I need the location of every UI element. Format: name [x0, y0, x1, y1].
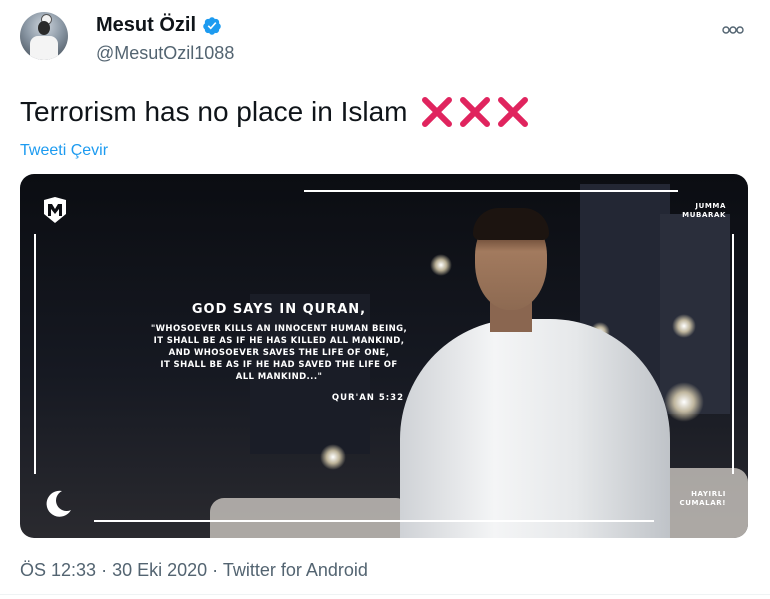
tweet-metadata: ÖS 12:33 · 30 Eki 2020 · Twitter for And… [20, 560, 368, 581]
crescent-moon-icon [46, 490, 71, 517]
cross-mark-icon [422, 97, 453, 127]
person-robe [400, 319, 670, 538]
verified-badge-icon [203, 16, 221, 35]
tweet-text: Terrorism has no place in Islam [20, 96, 408, 127]
m10-logo-icon [44, 197, 66, 223]
light-glow [672, 314, 696, 338]
mubarak-line: MUBARAK [682, 211, 726, 219]
quote-line: ALL MANKIND..." [235, 372, 323, 382]
background-building [660, 214, 730, 414]
hayirli-line: HAYIRLI [691, 490, 726, 498]
jumma-mubarak-text: JUMMA MUBARAK [682, 202, 726, 220]
avatar-shirt [30, 36, 58, 60]
quote-line: "WHOSOEVER KILLS AN INNOCENT HUMAN BEING… [150, 324, 408, 334]
light-glow [664, 382, 704, 422]
hayirli-cumalar-text: HAYIRLI CUMALAR! [680, 490, 726, 508]
author-handle[interactable]: @MesutOzil1088 [96, 43, 234, 64]
quote-body: "WHOSOEVER KILLS AN INNOCENT HUMAN BEING… [124, 323, 434, 383]
crowd [210, 498, 410, 538]
author-name[interactable]: Mesut Özil [96, 14, 196, 37]
light-glow [430, 254, 452, 276]
avatar[interactable] [20, 12, 68, 60]
tweet-date[interactable]: 30 Eki 2020 [112, 560, 207, 580]
tweet-text-row: Terrorism has no place in Islam [20, 94, 531, 130]
quote-line: IT SHALL BE AS IF HE HAD SAVED THE LIFE … [160, 360, 398, 370]
cumalar-line: CUMALAR! [679, 499, 726, 507]
tweet-source[interactable]: Twitter for Android [223, 560, 368, 580]
separator-dot: · [207, 560, 223, 580]
quote-line: IT SHALL BE AS IF HE HAS KILLED ALL MANK… [153, 336, 405, 346]
translate-tweet-link[interactable]: Tweeti Çevir [20, 142, 108, 160]
tweet-media-image[interactable]: JUMMA MUBARAK HAYIRLI CUMALAR! GOD SAYS … [20, 174, 748, 538]
more-options-icon[interactable] [722, 26, 744, 34]
tweet-time[interactable]: ÖS 12:33 [20, 560, 96, 580]
jumma-line: JUMMA [695, 202, 726, 210]
frame-line-bottom [94, 520, 654, 522]
quote-line: AND WHOSOEVER SAVES THE LIFE OF ONE, [168, 348, 390, 358]
cross-mark-emojis [419, 94, 531, 130]
avatar-head [38, 21, 50, 35]
frame-line-top [304, 190, 678, 192]
author-name-row[interactable]: Mesut Özil [96, 14, 222, 37]
cross-mark-icon [460, 97, 491, 127]
quote-reference: QUR'AN 5:32 [331, 393, 404, 403]
frame-line-left [34, 234, 36, 474]
frame-line-right [732, 234, 734, 474]
divider [0, 594, 770, 595]
person-hair [473, 208, 549, 240]
quran-quote: GOD SAYS IN QURAN, "WHOSOEVER KILLS AN I… [124, 302, 434, 403]
separator-dot: · [96, 560, 113, 580]
light-glow [320, 444, 346, 470]
cross-mark-icon [498, 97, 529, 127]
quote-title: GOD SAYS IN QURAN, [191, 302, 367, 317]
